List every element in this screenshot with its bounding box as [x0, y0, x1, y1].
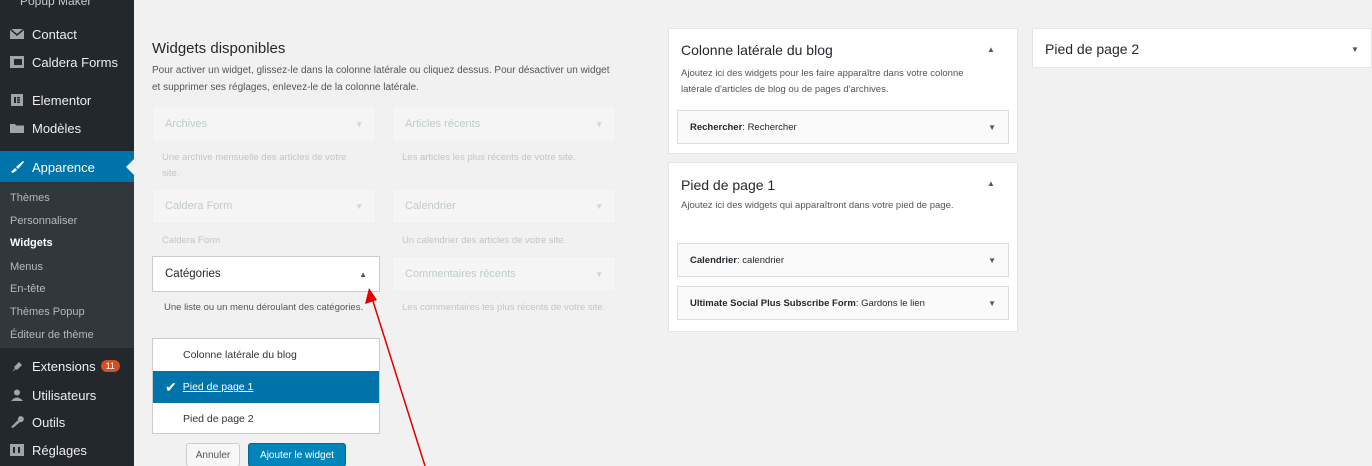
chevron-down-icon[interactable]: ▼: [988, 299, 996, 308]
widget-type: Ultimate Social Plus Subscribe Form: [690, 297, 856, 309]
elementor-icon: [11, 94, 23, 106]
plugin-icon: [12, 362, 22, 372]
submenu-item-themes-popup[interactable]: Thèmes Popup: [10, 306, 85, 318]
chevron-up-icon[interactable]: ▲: [359, 270, 367, 279]
chevron-down-icon[interactable]: ▼: [988, 256, 996, 265]
placed-widget-title: Rechercher: Rechercher: [690, 121, 797, 133]
sidebar-chooser: Colonne latérale du blog ✔ Pied de page 1…: [152, 338, 380, 434]
widget-archives[interactable]: Archives ▼: [152, 106, 376, 142]
option-label: Pied de page 2: [183, 413, 254, 425]
extensions-count-badge: 11: [100, 360, 120, 372]
sidebar-item-apparence[interactable]: Apparence: [0, 151, 134, 183]
option-label: Colonne latérale du blog: [183, 349, 297, 361]
widget-categories-header[interactable]: Catégories ▲: [152, 256, 380, 292]
placed-widget-subscribe-form[interactable]: Ultimate Social Plus Subscribe Form: Gar…: [677, 286, 1009, 320]
widget-type: Calendrier: [690, 254, 737, 266]
chevron-down-icon[interactable]: ▼: [988, 123, 996, 132]
caldera-icon: [10, 56, 24, 68]
submenu-item-widgets[interactable]: Widgets: [10, 237, 53, 249]
sidebar-item-label: Outils: [32, 414, 66, 430]
sidebar-item-extensions[interactable]: Extensions 11: [0, 350, 134, 382]
chooser-option-footer1[interactable]: ✔ Pied de page 1: [153, 371, 379, 403]
widget-instance-title: calendrier: [742, 254, 784, 266]
chooser-option-blog[interactable]: Colonne latérale du blog: [153, 339, 379, 371]
user-icon: [11, 389, 23, 401]
chevron-down-icon: ▼: [595, 201, 603, 211]
placed-widget-title: Calendrier: calendrier: [690, 254, 784, 266]
sidebar-item-popup-maker[interactable]: Popup Maker: [20, 0, 110, 8]
widget-articles-recents[interactable]: Articles récents ▼: [392, 106, 616, 142]
cancel-button[interactable]: Annuler: [186, 443, 240, 466]
checkmark-icon: ✔: [165, 378, 177, 395]
sidebar-item-label: Utilisateurs: [32, 387, 97, 403]
sidebar-item-label: Caldera Forms: [32, 54, 118, 70]
placed-widget-title: Ultimate Social Plus Subscribe Form: Gar…: [690, 297, 925, 309]
widget-commentaires-recents[interactable]: Commentaires récents ▼: [392, 256, 616, 292]
placed-widget-calendrier[interactable]: Calendrier: calendrier ▼: [677, 243, 1009, 277]
sidebar-item-label: Elementor: [32, 92, 92, 108]
chevron-down-icon: ▼: [355, 119, 363, 129]
area-footer-2[interactable]: Pied de page 2 ▼: [1032, 28, 1372, 68]
available-widgets-title: Widgets disponibles: [152, 40, 286, 57]
area-title: Pied de page 2: [1045, 41, 1140, 57]
settings-icon: [10, 444, 24, 456]
sidebar-item-label: Réglages: [32, 442, 87, 458]
widget-instance-title: Gardons le lien: [861, 297, 925, 309]
widget-caldera-form[interactable]: Caldera Form ▼: [152, 188, 376, 224]
submenu-item-menus[interactable]: Menus: [10, 261, 43, 273]
sidebar-item-label: Extensions: [32, 358, 96, 374]
widget-description: Un calendrier des articles de votre site…: [402, 235, 567, 246]
widget-title: Articles récents: [405, 118, 481, 130]
submenu-item-personnaliser[interactable]: Personnaliser: [10, 215, 77, 227]
widget-title: Caldera Form: [165, 200, 233, 212]
sidebar-item-label: Contact: [32, 26, 77, 42]
chevron-down-icon: ▼: [355, 201, 363, 211]
widget-description: Une archive mensuelle des articles de vo…: [162, 152, 347, 179]
area-description: Ajoutez ici des widgets qui apparaîtront…: [681, 200, 954, 211]
widget-calendrier[interactable]: Calendrier ▼: [392, 188, 616, 224]
area-footer-1: Pied de page 1 ▲ Ajoutez ici des widgets…: [668, 162, 1018, 332]
wrench-icon: [11, 416, 24, 428]
submenu-item-editeur-de-theme[interactable]: Éditeur de thème: [10, 329, 94, 341]
widget-instance-title: Rechercher: [747, 121, 797, 133]
option-label: Pied de page 1: [182, 381, 254, 393]
area-title[interactable]: Colonne latérale du blog: [681, 42, 833, 58]
wp-admin-widgets-page: Popup Maker Contact Caldera Forms Elemen…: [0, 0, 1372, 466]
area-title[interactable]: Pied de page 1: [681, 177, 775, 193]
sidebar-item-label: Apparence: [32, 159, 95, 175]
sidebar-item-label: Modèles: [32, 120, 82, 136]
submenu-item-themes[interactable]: Thèmes: [10, 192, 50, 204]
widget-description: Les commentaires les plus récents de vot…: [402, 302, 606, 313]
add-widget-button[interactable]: Ajouter le widget: [248, 443, 346, 466]
sidebar-item-modeles[interactable]: Modèles: [0, 112, 134, 144]
chevron-down-icon: ▼: [595, 119, 603, 129]
widget-categories-description: Une liste ou un menu déroulant des catég…: [164, 302, 364, 313]
mail-icon: [10, 28, 24, 39]
widget-title: Calendrier: [405, 200, 456, 212]
apparence-submenu: Thèmes Personnaliser Widgets Menus En-tê…: [0, 182, 134, 348]
chevron-down-icon[interactable]: ▼: [1351, 45, 1359, 54]
chevron-down-icon: ▼: [595, 269, 603, 279]
widget-type: Rechercher: [690, 121, 743, 133]
area-blog-sidebar: Colonne latérale du blog ▲ Ajoutez ici d…: [668, 28, 1018, 154]
chooser-option-footer2[interactable]: Pied de page 2: [153, 403, 379, 435]
placed-widget-rechercher[interactable]: Rechercher: Rechercher ▼: [677, 110, 1009, 144]
widget-description: Les articles les plus récents de votre s…: [402, 152, 576, 163]
sidebar-item-reglages[interactable]: Réglages: [0, 434, 134, 466]
sidebar-item-label: Popup Maker: [20, 0, 92, 8]
widget-title: Commentaires récents: [405, 268, 516, 280]
brush-icon: [11, 161, 24, 173]
chevron-up-icon[interactable]: ▲: [987, 45, 995, 54]
widget-title: Archives: [165, 118, 208, 130]
area-description: Ajoutez ici des widgets pour les faire a…: [681, 68, 964, 95]
sidebar-item-caldera-forms[interactable]: Caldera Forms: [0, 46, 134, 78]
admin-sidebar: Popup Maker Contact Caldera Forms Elemen…: [0, 0, 134, 466]
widget-description: Caldera Form: [162, 235, 221, 246]
widget-title: Catégories: [165, 268, 221, 280]
submenu-item-en-tete[interactable]: En-tête: [10, 283, 45, 295]
folder-icon: [10, 124, 24, 133]
available-widgets-description: Pour activer un widget, glissez-le dans …: [152, 65, 610, 93]
chevron-up-icon[interactable]: ▲: [987, 179, 995, 188]
